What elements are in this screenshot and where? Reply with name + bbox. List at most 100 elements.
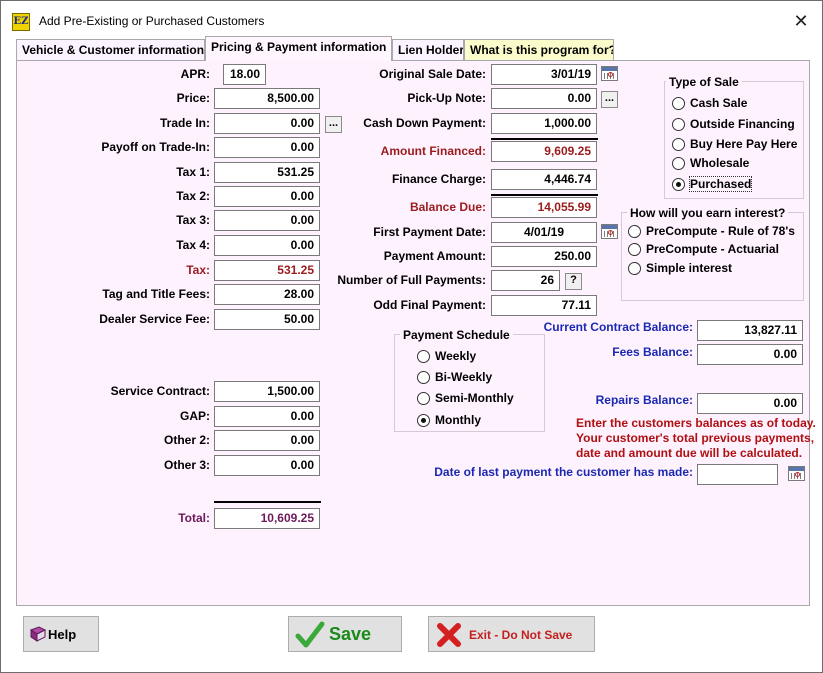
pickup-ellipsis-button[interactable]: ... — [601, 91, 618, 108]
amount-financed-value: 9,609.25 — [491, 141, 597, 162]
tax4-input[interactable]: 0.00 — [214, 235, 320, 256]
app-logo-icon: EZ — [12, 13, 30, 31]
fees-balance-label: Fees Balance: — [612, 345, 693, 359]
dialog-window: EZ Add Pre-Existing or Purchased Custome… — [0, 0, 823, 673]
radio-circle — [672, 97, 685, 110]
calendar-icon[interactable] — [601, 66, 618, 81]
last-payment-input[interactable] — [697, 464, 778, 485]
odd-final-input[interactable]: 77.11 — [491, 295, 597, 316]
repairs-balance-input[interactable]: 0.00 — [697, 393, 803, 414]
radio-circle — [417, 371, 430, 384]
cash-down-label: Cash Down Payment: — [363, 116, 486, 130]
radio-label: Bi-Weekly — [435, 370, 493, 384]
gap-label: GAP: — [180, 409, 210, 423]
payment-schedule-title: Payment Schedule — [400, 328, 513, 342]
first-payment-label: First Payment Date: — [373, 225, 486, 239]
close-button[interactable]: ✕ — [781, 7, 821, 35]
help-button[interactable]: Help — [23, 616, 99, 652]
tab-lien-holder[interactable]: Lien Holder — [392, 39, 464, 61]
amount-financed-label: Amount Financed: — [380, 144, 486, 158]
tab-label: Lien Holder — [398, 43, 464, 57]
tag-title-label: Tag and Title Fees: — [102, 287, 210, 301]
balance-due-label: Balance Due: — [409, 200, 486, 214]
book-icon — [29, 626, 47, 642]
total-divider — [214, 501, 321, 503]
apr-input[interactable]: 18.00 — [223, 64, 266, 85]
type-of-sale-title: Type of Sale — [666, 75, 742, 89]
other3-input[interactable]: 0.00 — [214, 455, 320, 476]
radio-circle — [417, 392, 430, 405]
first-payment-input[interactable]: 4/01/19 — [491, 222, 597, 243]
trade-in-label: Trade In: — [159, 116, 210, 130]
radio-weekly[interactable]: Weekly — [417, 349, 507, 365]
last-payment-label: Date of last payment the customer has ma… — [434, 465, 693, 479]
payoff-label: Payoff on Trade-In: — [101, 140, 210, 154]
odd-final-label: Odd Final Payment: — [373, 298, 486, 312]
total-label: Total: — [178, 511, 210, 525]
fees-balance-input[interactable]: 0.00 — [697, 344, 803, 365]
radio-monthly[interactable]: Monthly — [417, 413, 507, 429]
radio-outside-financing[interactable]: Outside Financing — [672, 117, 802, 133]
tax3-label: Tax 3: — [176, 213, 210, 227]
payment-amount-input[interactable]: 250.00 — [491, 246, 597, 267]
tab-label: Vehicle & Customer information — [22, 43, 205, 57]
radio-circle — [417, 350, 430, 363]
radio-circle — [672, 157, 685, 170]
interest-title: How will you earn interest? — [627, 206, 789, 220]
trade-in-ellipsis-button[interactable]: ... — [325, 116, 342, 133]
radio-purchased[interactable]: Purchased — [672, 176, 792, 193]
dealer-fee-input[interactable]: 50.00 — [214, 309, 320, 330]
radio-label: Cash Sale — [690, 96, 748, 110]
title-bar: EZ Add Pre-Existing or Purchased Custome… — [1, 1, 822, 35]
window-title: Add Pre-Existing or Purchased Customers — [39, 14, 265, 28]
gap-input[interactable]: 0.00 — [214, 406, 320, 427]
repairs-balance-label: Repairs Balance: — [595, 393, 693, 407]
radio-buy-here-pay-here[interactable]: Buy Here Pay Here — [672, 137, 802, 153]
radio-circle — [672, 178, 685, 191]
tax2-label: Tax 2: — [176, 189, 210, 203]
exit-button[interactable]: Exit - Do Not Save — [428, 616, 595, 652]
cash-down-input[interactable]: 1,000.00 — [491, 113, 597, 134]
radio-circle — [628, 243, 641, 256]
other2-label: Other 2: — [163, 433, 210, 447]
service-contract-input[interactable]: 1,500.00 — [214, 381, 320, 402]
tab-pricing-payment[interactable]: Pricing & Payment information — [205, 36, 392, 61]
tab-what-is-program[interactable]: What is this program for? — [464, 39, 614, 61]
radio-bi-weekly[interactable]: Bi-Weekly — [417, 370, 507, 386]
radio-actuarial[interactable]: PreCompute - Actuarial — [628, 242, 798, 258]
radio-cash-sale[interactable]: Cash Sale — [672, 96, 792, 112]
num-payments-input[interactable]: 26 — [491, 270, 560, 291]
other2-input[interactable]: 0.00 — [214, 430, 320, 451]
payment-amount-label: Payment Amount: — [383, 249, 486, 263]
tab-vehicle-customer[interactable]: Vehicle & Customer information — [16, 39, 205, 61]
help-label: Help — [48, 627, 77, 642]
help-question-button[interactable]: ? — [565, 273, 582, 290]
balance-due-value: 14,055.99 — [491, 197, 597, 218]
radio-label: Monthly — [435, 413, 481, 427]
radio-rule-of-78[interactable]: PreCompute - Rule of 78's — [628, 224, 798, 240]
radio-semi-monthly[interactable]: Semi-Monthly — [417, 391, 527, 407]
save-button[interactable]: Save — [288, 616, 402, 652]
other3-label: Other 3: — [163, 458, 210, 472]
dealer-fee-label: Dealer Service Fee: — [99, 312, 210, 326]
tag-title-input[interactable]: 28.00 — [214, 284, 320, 305]
radio-simple-interest[interactable]: Simple interest — [628, 261, 798, 277]
calendar-icon[interactable] — [788, 466, 805, 481]
current-balance-input[interactable]: 13,827.11 — [697, 320, 803, 341]
exit-label: Exit - Do Not Save — [469, 628, 573, 642]
radio-wholesale[interactable]: Wholesale — [672, 156, 792, 172]
service-contract-label: Service Contract: — [110, 384, 210, 398]
radio-label: Weekly — [435, 349, 477, 363]
save-label: Save — [329, 624, 372, 644]
current-balance-label: Current Contract Balance: — [543, 320, 693, 334]
price-input[interactable]: 8,500.00 — [214, 88, 320, 109]
tax1-input[interactable]: 531.25 — [214, 162, 320, 183]
tax2-input[interactable]: 0.00 — [214, 186, 320, 207]
tax3-input[interactable]: 0.00 — [214, 210, 320, 231]
calendar-icon[interactable] — [601, 224, 618, 239]
tax1-label: Tax 1: — [176, 165, 210, 179]
sale-date-input[interactable]: 3/01/19 — [491, 64, 597, 85]
trade-in-input[interactable]: 0.00 — [214, 113, 320, 134]
payoff-input[interactable]: 0.00 — [214, 137, 320, 158]
pickup-note-input[interactable]: 0.00 — [491, 88, 597, 109]
